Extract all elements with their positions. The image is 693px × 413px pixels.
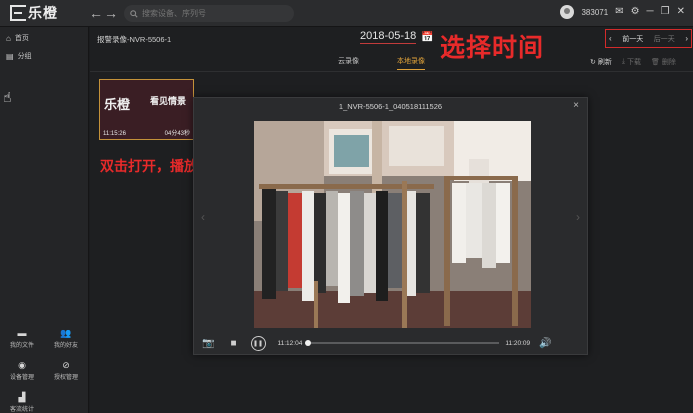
refresh-label: 刷新 (597, 59, 612, 66)
search-input[interactable] (142, 9, 282, 18)
forward-arrow-icon[interactable]: → (104, 5, 118, 21)
stats-icon: ▟ (18, 391, 26, 402)
sidebar: ⌂ 首页 ▤ 分组 ▬ 我的文件 👥 我的好友 ◉ 设备管理 ⊘ 授权管理 ▟ … (0, 27, 89, 413)
date-value[interactable]: 2018-05-18 (360, 30, 417, 44)
device-management-label: 设备管理 (9, 374, 34, 381)
avatar[interactable] (560, 5, 575, 19)
close-icon[interactable]: ✕ (677, 5, 685, 19)
refresh-icon: ↻ (590, 59, 596, 66)
camera-snapshot-icon[interactable]: 📷 (202, 338, 214, 349)
search-icon (130, 9, 138, 18)
device-management-button[interactable]: ◉ 设备管理 (0, 357, 44, 383)
video-record-icon[interactable]: ■ (230, 338, 236, 349)
thumbnail-start-time: 11:15:26 (103, 131, 126, 137)
refresh-button[interactable]: ↻ 刷新 (590, 57, 612, 67)
my-files-label: 我的文件 (9, 342, 34, 349)
restore-icon[interactable]: ❐ (661, 5, 670, 19)
my-friends-label: 我的好友 (53, 342, 78, 349)
chevron-right-icon[interactable]: › (576, 210, 580, 224)
sidebar-item-label: 首页 (14, 35, 29, 42)
sidebar-item-group[interactable]: ▤ 分组 (0, 47, 88, 65)
thumbnail-logo-secondary: 看见情景 (150, 96, 187, 106)
camera-icon: ◉ (18, 359, 26, 370)
tab-cloud-record[interactable]: 云录像 (338, 56, 359, 70)
friends-icon: 👥 (60, 327, 72, 338)
delete-button[interactable]: 🗑 删除 (651, 57, 676, 67)
header-divider (90, 71, 693, 72)
video-image (254, 121, 531, 328)
logo-text: 乐橙 (28, 5, 58, 21)
minimize-icon[interactable]: ─ (647, 5, 654, 19)
back-arrow-icon[interactable]: ← (89, 5, 103, 21)
home-icon: ⌂ (6, 33, 11, 43)
file-icon: ▬ (17, 327, 27, 338)
folder-icon: ▤ (6, 51, 14, 61)
toolbar-actions: ↻ 刷新 ⤓ 下载 🗑 删除 (590, 57, 676, 67)
sidebar-item-home[interactable]: ⌂ 首页 (0, 29, 88, 47)
next-day-button[interactable]: 后一天 (654, 34, 675, 44)
title-bar: 乐橙 ← → 383071 ✉ ⚙ ─ ❐ ✕ (0, 0, 693, 27)
seek-handle[interactable] (305, 340, 312, 346)
tab-local-record[interactable]: 本地录像 (397, 56, 425, 70)
mouse-cursor-icon: ☝ (3, 89, 12, 105)
my-friends-button[interactable]: 👥 我的好友 (44, 325, 88, 351)
video-frame[interactable] (254, 121, 531, 328)
player-controls: 📷 ■ ❚❚ 11:12:04 11:20:09 🔊 (194, 330, 587, 356)
prev-day-button[interactable]: 前一天 (622, 34, 643, 44)
record-tabs: 云录像 本地录像 (338, 56, 425, 70)
time-end: 11:20:09 (505, 339, 531, 347)
seek-bar[interactable] (305, 340, 500, 346)
download-label: 下载 (626, 59, 641, 66)
thumbnail-logo: 乐橙 (104, 97, 131, 112)
mail-icon[interactable]: ✉ (615, 5, 623, 19)
chevron-left-icon[interactable]: ‹ (609, 34, 612, 43)
logo-icon (10, 5, 26, 21)
player-title: 1_NVR-5506-1_040518111526 (338, 102, 443, 111)
auth-icon: ⊘ (62, 359, 70, 370)
passenger-stats-label: 客流统计 (9, 406, 34, 413)
main-panel: 报警录像-NVR-5506-1 2018-05-18 📅 选择时间 ‹ 前一天 … (90, 27, 693, 413)
date-picker[interactable]: 2018-05-18 📅 (360, 30, 434, 44)
download-icon: ⤓ (621, 58, 625, 65)
close-icon[interactable]: × (573, 100, 579, 111)
day-navigation: ‹ 前一天 后一天 › (605, 29, 692, 48)
my-files-button[interactable]: ▬ 我的文件 (0, 325, 44, 351)
recording-thumbnail[interactable]: 乐橙 看见情景 11:15:26 04分43秒 (99, 79, 194, 140)
download-button[interactable]: ⤓ 下载 (622, 57, 641, 67)
volume-icon[interactable]: 🔊 (539, 338, 551, 349)
breadcrumb: 报警录像-NVR-5506-1 (97, 35, 172, 44)
title-bar-right: 383071 ✉ ⚙ ─ ❐ ✕ (560, 5, 685, 19)
video-player-dialog: 1_NVR-5506-1_040518111526 × ‹ › 📷 ■ ❚❚ 1… (193, 97, 588, 355)
passenger-stats-button[interactable]: ▟ 客流统计 (0, 389, 44, 413)
delete-label: 删除 (661, 59, 676, 66)
annotation-select-time: 选择时间 (440, 33, 545, 62)
trash-icon: 🗑 (650, 59, 660, 66)
chevron-left-icon[interactable]: ‹ (201, 210, 205, 224)
gear-icon[interactable]: ⚙ (631, 5, 640, 19)
sidebar-bottom: ▬ 我的文件 👥 我的好友 ◉ 设备管理 ⊘ 授权管理 ▟ 客流统计 (0, 325, 89, 413)
sidebar-item-label: 分组 (17, 53, 32, 60)
calendar-icon[interactable]: 📅 (421, 32, 433, 43)
search-box[interactable] (124, 5, 294, 22)
auth-management-label: 授权管理 (53, 374, 78, 381)
pause-button[interactable]: ❚❚ (250, 335, 266, 351)
time-start: 11:12:04 (277, 339, 303, 347)
user-id[interactable]: 383071 (581, 8, 608, 17)
app-logo: 乐橙 (10, 4, 58, 22)
auth-management-button[interactable]: ⊘ 授权管理 (44, 357, 88, 383)
thumbnail-duration: 04分43秒 (164, 131, 190, 137)
chevron-right-icon[interactable]: › (685, 34, 688, 43)
